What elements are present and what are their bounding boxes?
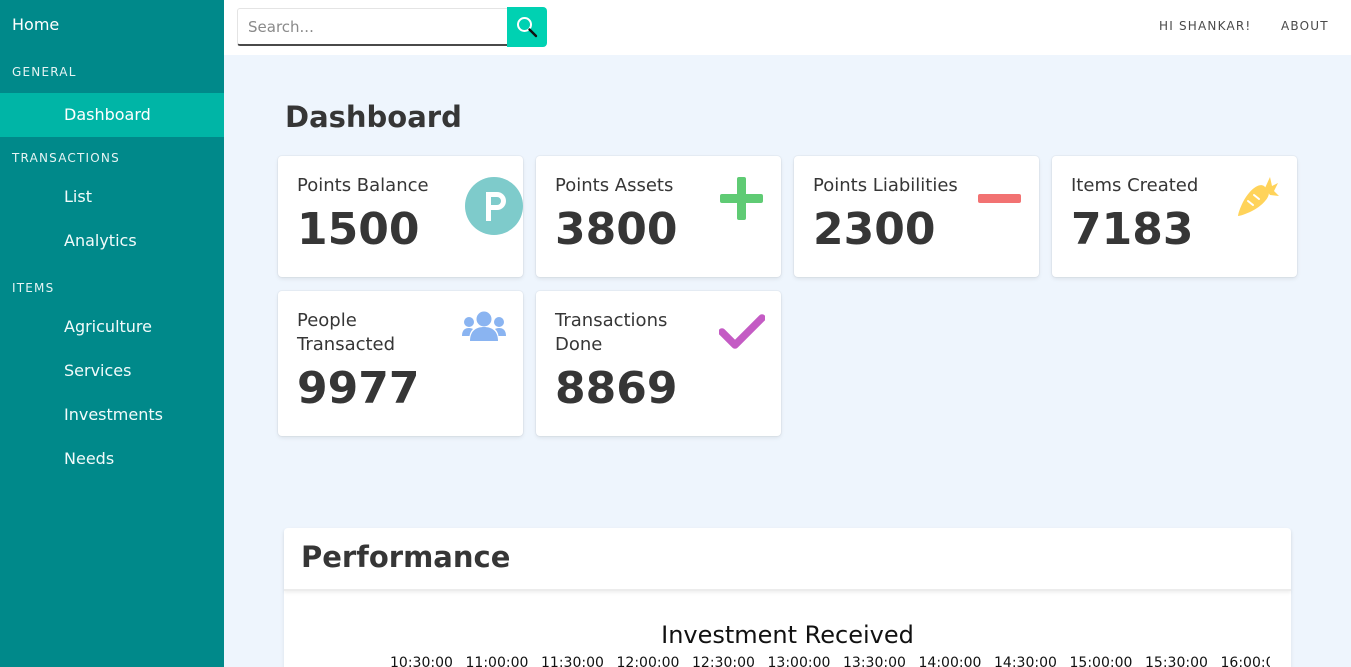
- points-liabilities-card: Points Liabilities 2300: [794, 156, 1039, 277]
- transactions-done-card: Transactions Done 8869: [536, 291, 781, 436]
- x-tick-label: 16:00:00: [1220, 655, 1271, 667]
- chart-title: Investment Received: [661, 621, 914, 649]
- card-value: 3800: [555, 204, 678, 255]
- search-icon: [517, 17, 538, 38]
- search-button[interactable]: [507, 7, 547, 47]
- sidebar-section-general: GENERAL: [12, 65, 77, 79]
- sidebar-section-items: ITEMS: [12, 281, 55, 295]
- sidebar-item-list[interactable]: List: [0, 175, 224, 219]
- performance-panel: Performance Investment Received 10:30:00…: [284, 528, 1291, 667]
- users-icon: [462, 311, 506, 341]
- sidebar-item-agriculture[interactable]: Agriculture: [0, 305, 224, 349]
- points-balance-card: Points Balance 1500: [278, 156, 523, 277]
- card-label: Transactions Done: [555, 310, 668, 355]
- performance-title: Performance: [301, 540, 511, 574]
- x-tick-label: 15:00:00: [1069, 655, 1133, 667]
- x-tick-label: 12:30:00: [692, 655, 755, 667]
- sidebar-section-transactions: TRANSACTIONS: [12, 151, 120, 165]
- about-link[interactable]: ABOUT: [1281, 19, 1329, 33]
- sidebar: Home GENERAL Dashboard TRANSACTIONS List…: [0, 0, 224, 667]
- sidebar-home-link[interactable]: Home: [12, 15, 59, 34]
- card-label: Points Balance: [297, 175, 429, 196]
- card-value: 2300: [813, 204, 936, 255]
- people-transacted-card: People Transacted 9977: [278, 291, 523, 436]
- performance-header: Performance: [284, 528, 1291, 591]
- carrot-icon: [1238, 177, 1279, 216]
- sidebar-item-services[interactable]: Services: [0, 349, 224, 393]
- card-label: Points Liabilities: [813, 175, 958, 196]
- minus-icon: [978, 194, 1021, 203]
- card-label: People Transacted: [297, 310, 396, 355]
- chart-x-axis-ticks: 10:30:00 11:00:00 11:30:00 12:00:00 12:30:00…: [390, 655, 1270, 667]
- x-tick-label: 15:30:00: [1145, 655, 1208, 667]
- card-value: 9977: [297, 363, 420, 414]
- sidebar-item-analytics[interactable]: Analytics: [0, 219, 224, 263]
- x-tick-label: 14:00:00: [918, 655, 982, 667]
- x-tick-label: 13:30:00: [843, 655, 906, 667]
- x-tick-label: 12:00:00: [616, 655, 680, 667]
- greeting-link[interactable]: HI SHANKAR!: [1159, 19, 1251, 33]
- card-label: Points Assets: [555, 175, 674, 196]
- x-tick-label: 14:30:00: [994, 655, 1057, 667]
- check-icon: [719, 314, 765, 349]
- sidebar-item-dashboard[interactable]: Dashboard: [0, 93, 224, 137]
- p-circle-icon: [465, 177, 523, 235]
- page-title: Dashboard: [285, 100, 462, 134]
- card-value: 8869: [555, 363, 678, 414]
- points-assets-card: Points Assets 3800: [536, 156, 781, 277]
- x-tick-label: 13:00:00: [767, 655, 831, 667]
- card-label: Items Created: [1071, 175, 1199, 196]
- card-value: 7183: [1071, 204, 1194, 255]
- sidebar-item-needs[interactable]: Needs: [0, 437, 224, 481]
- x-tick-label: 10:30:00: [390, 655, 453, 667]
- items-created-card: Items Created 7183: [1052, 156, 1297, 277]
- x-tick-label: 11:30:00: [541, 655, 604, 667]
- sidebar-item-investments[interactable]: Investments: [0, 393, 224, 437]
- search-input[interactable]: [237, 8, 508, 46]
- top-navbar: HI SHANKAR! ABOUT: [224, 0, 1351, 55]
- card-value: 1500: [297, 204, 420, 255]
- x-tick-label: 11:00:00: [465, 655, 529, 667]
- plus-icon: [720, 177, 763, 220]
